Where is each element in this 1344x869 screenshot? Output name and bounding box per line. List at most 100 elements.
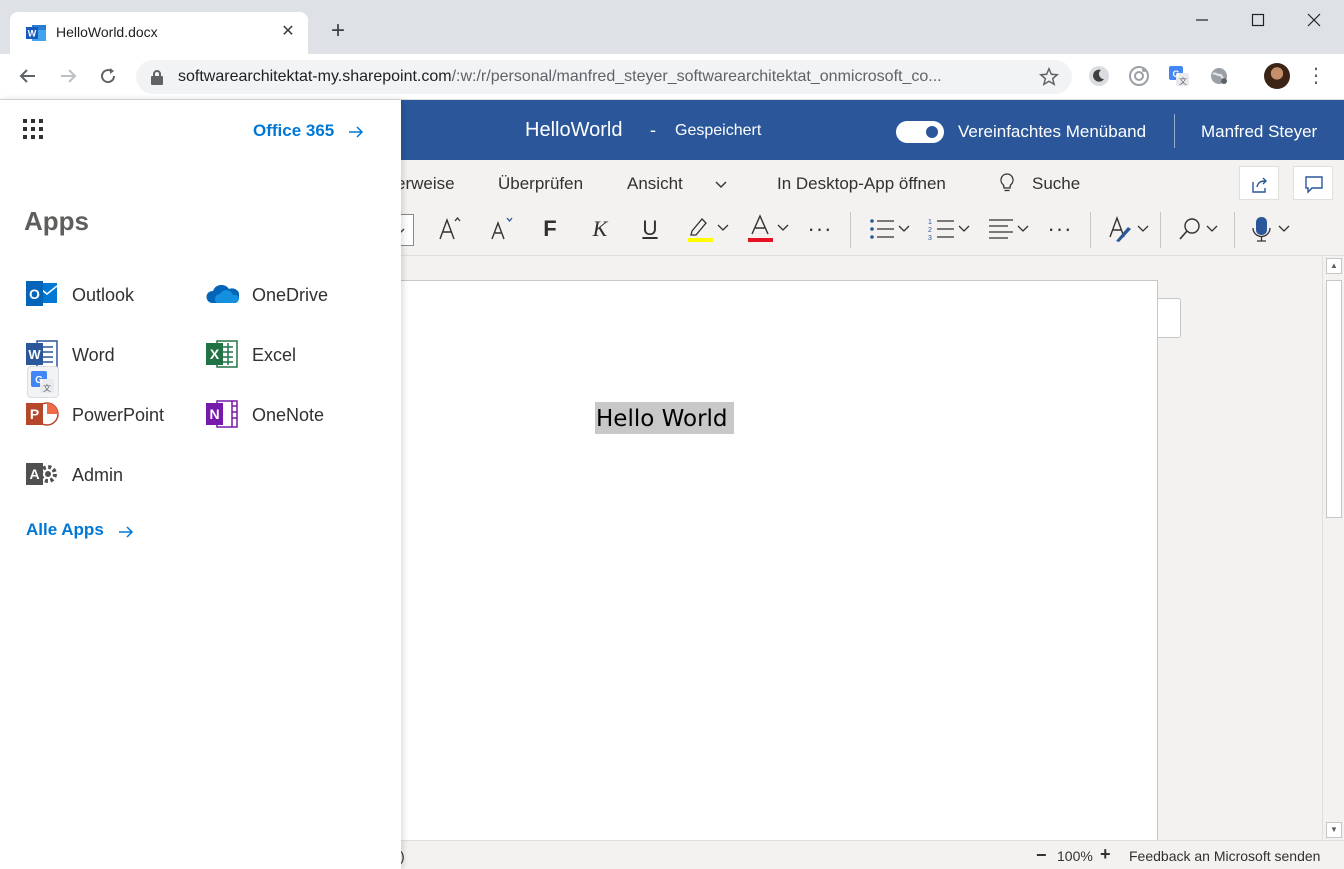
more-font-options-button[interactable]: ···	[804, 212, 836, 246]
maximize-icon[interactable]	[1246, 8, 1270, 32]
user-name[interactable]: Manfred Steyer	[1201, 122, 1317, 142]
app-label: Excel	[252, 345, 297, 365]
tab-review[interactable]: Überprüfen	[498, 174, 583, 194]
svg-text:W: W	[28, 29, 37, 39]
forward-icon[interactable]	[56, 64, 80, 88]
simplified-ribbon-toggle[interactable]	[896, 121, 944, 143]
tab-close-icon[interactable]: ✕	[278, 22, 298, 42]
browser-tab[interactable]: W HelloWorld.docx ✕	[10, 12, 308, 54]
bullet-list-icon	[870, 219, 910, 239]
office-365-link[interactable]: Office 365	[253, 121, 334, 141]
dark-mode-extension-icon[interactable]	[1088, 65, 1110, 87]
share-button[interactable]	[1239, 166, 1279, 200]
font-color-button[interactable]	[745, 212, 795, 246]
app-label: Outlook	[72, 285, 135, 305]
extension-camera-icon[interactable]	[1128, 65, 1150, 87]
comments-button[interactable]	[1293, 166, 1333, 200]
shrink-font-icon	[491, 217, 513, 240]
svg-text:O: O	[29, 286, 40, 302]
app-label: OneDrive	[252, 285, 329, 305]
arrow-right-icon	[119, 526, 134, 538]
comment-icon	[1305, 176, 1323, 194]
font-color-icon	[748, 214, 789, 242]
svg-text:文: 文	[43, 383, 51, 393]
new-tab-icon[interactable]: +	[326, 19, 350, 44]
app-admin[interactable]: A Admin	[25, 457, 195, 493]
feedback-link[interactable]: Feedback an Microsoft senden	[1129, 848, 1320, 864]
powerpoint-icon: P	[26, 402, 59, 426]
app-onedrive[interactable]: OneDrive	[205, 277, 375, 313]
profile-avatar[interactable]	[1264, 63, 1290, 89]
url-host: softwarearchitektat-my.sharepoint.com	[178, 68, 452, 85]
document-title[interactable]: HelloWorld	[525, 119, 622, 142]
app-powerpoint[interactable]: P PowerPoint	[25, 397, 195, 433]
numbering-button[interactable]: 123	[924, 212, 974, 246]
zoom-out-button[interactable]: −	[1036, 845, 1047, 866]
minimize-icon[interactable]	[1190, 8, 1214, 32]
apps-heading: Apps	[24, 206, 89, 236]
styles-button[interactable]	[1106, 212, 1156, 246]
tab-title: HelloWorld.docx	[56, 24, 158, 40]
ribbon-separator	[1090, 212, 1091, 248]
zoom-level[interactable]: 100%	[1057, 848, 1093, 864]
bullets-button[interactable]	[864, 212, 914, 246]
url-text[interactable]: softwarearchitektat-my.sharepoint.com/:w…	[178, 68, 1018, 86]
app-onenote[interactable]: N OneNote	[205, 397, 375, 433]
address-bar[interactable]: softwarearchitektat-my.sharepoint.com/:w…	[136, 60, 1072, 94]
grow-font-icon	[439, 216, 461, 240]
grow-font-button[interactable]	[432, 212, 468, 246]
scroll-up-icon[interactable]: ▲	[1326, 258, 1342, 274]
zoom-in-button[interactable]: +	[1100, 844, 1111, 865]
reload-icon[interactable]	[96, 64, 120, 88]
google-translate-icon[interactable]: G文	[1168, 65, 1190, 87]
app-excel[interactable]: X Excel	[205, 337, 375, 373]
svg-text:A: A	[29, 466, 39, 482]
vertical-scrollbar[interactable]: ▲ ▼	[1322, 256, 1344, 840]
dictate-button[interactable]	[1248, 212, 1298, 246]
document-page[interactable]	[380, 280, 1158, 860]
italic-button[interactable]: K	[584, 212, 616, 246]
browser-titlebar: W HelloWorld.docx ✕ +	[0, 0, 1344, 54]
svg-text:X: X	[210, 346, 220, 362]
admin-icon: A	[26, 463, 57, 485]
translate-popup-icon[interactable]: G文	[27, 366, 59, 398]
app-label: PowerPoint	[72, 405, 165, 425]
comment-margin-tab	[1158, 298, 1181, 338]
app-launcher-panel: Office 365 Apps O Outlook OneDrive W Wor…	[0, 100, 401, 869]
find-magnifier-icon	[1179, 218, 1218, 240]
underline-button[interactable]: U	[634, 212, 666, 246]
more-tabs-chevron-icon[interactable]	[714, 178, 728, 192]
highlight-button[interactable]	[684, 212, 734, 246]
svg-text:文: 文	[1179, 76, 1187, 86]
title-separator: -	[650, 120, 656, 140]
header-divider	[1174, 114, 1175, 148]
open-in-desktop-app[interactable]: In Desktop-App öffnen	[777, 174, 946, 194]
ribbon-separator	[1160, 212, 1161, 248]
browser-menu-icon[interactable]: ⋮	[1306, 64, 1326, 90]
app-launcher-waffle-icon[interactable]	[22, 118, 44, 140]
bookmark-star-icon[interactable]	[1038, 66, 1060, 88]
scroll-thumb[interactable]	[1326, 280, 1342, 518]
tell-me-search[interactable]: Suche	[1032, 174, 1080, 194]
globe-extension-icon[interactable]	[1208, 65, 1230, 87]
app-label: Word	[72, 345, 115, 365]
find-button[interactable]	[1176, 212, 1226, 246]
app-outlook[interactable]: O Outlook	[25, 277, 195, 313]
tab-view[interactable]: Ansicht	[627, 174, 683, 194]
onenote-icon: N	[206, 400, 238, 428]
lock-icon	[151, 70, 163, 85]
document-text[interactable]: Hello World	[595, 402, 734, 434]
more-paragraph-options-button[interactable]: ···	[1044, 212, 1076, 246]
bold-button[interactable]: F	[534, 212, 566, 246]
shrink-font-button[interactable]	[484, 212, 520, 246]
styles-icon	[1109, 215, 1149, 242]
align-button[interactable]	[984, 212, 1034, 246]
svg-text:P: P	[30, 406, 39, 422]
all-apps-link[interactable]: Alle Apps	[26, 520, 104, 540]
word-favicon-icon: W	[26, 25, 46, 41]
window-close-icon[interactable]	[1302, 8, 1326, 32]
microphone-icon	[1252, 217, 1290, 242]
back-icon[interactable]	[16, 64, 40, 88]
scroll-down-icon[interactable]: ▼	[1326, 822, 1342, 838]
tab-references[interactable]: erweise	[396, 174, 455, 194]
